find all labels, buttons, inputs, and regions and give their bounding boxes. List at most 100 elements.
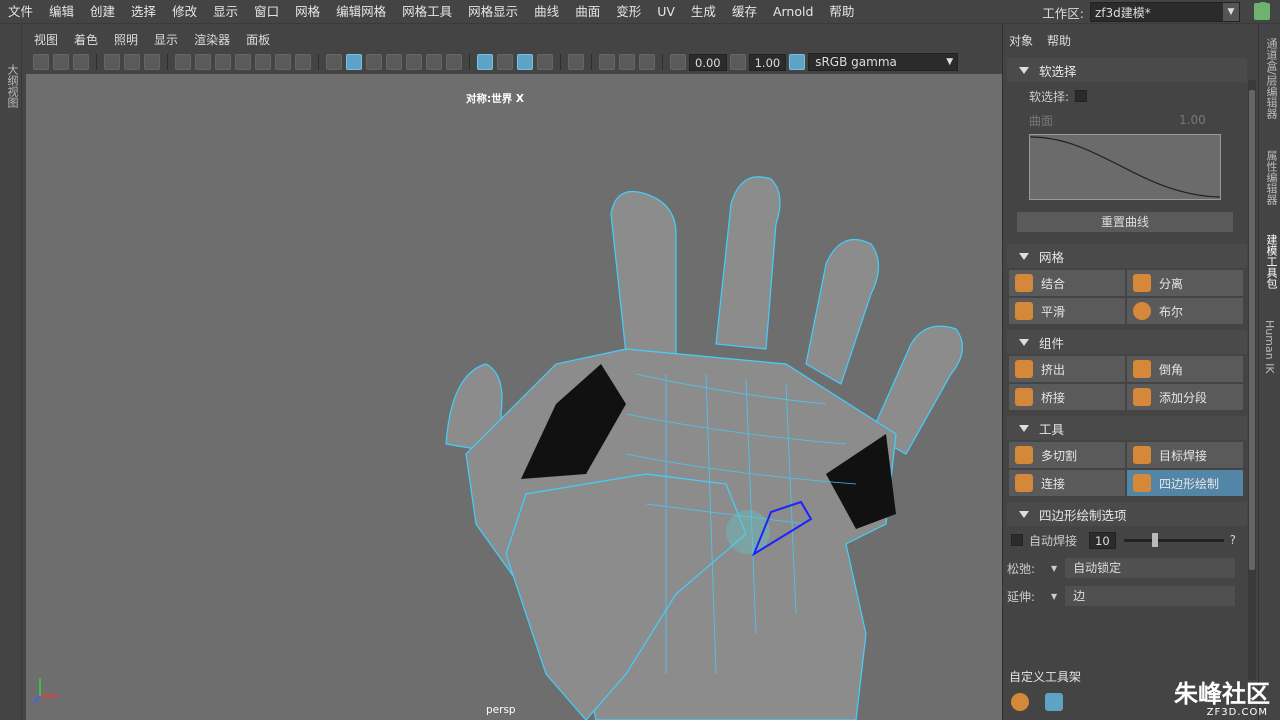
- connect-button[interactable]: 连接: [1009, 470, 1125, 496]
- menu-edit-mesh[interactable]: 编辑网格: [328, 0, 394, 24]
- components-header[interactable]: 组件: [1007, 330, 1247, 354]
- panel-menu-renderer[interactable]: 渲染器: [186, 31, 238, 48]
- exposure-icon[interactable]: [670, 54, 686, 70]
- menu-mesh-tools[interactable]: 网格工具: [394, 0, 460, 24]
- safe-action-icon[interactable]: [275, 54, 291, 70]
- bookmark-icon[interactable]: [73, 54, 89, 70]
- menu-file[interactable]: 文件: [0, 0, 41, 24]
- textured-icon[interactable]: [386, 54, 402, 70]
- camera-attr-icon[interactable]: [53, 54, 69, 70]
- grease-pencil-icon[interactable]: [124, 54, 140, 70]
- toolkit-scrollbar[interactable]: [1248, 80, 1256, 680]
- color-management-icon[interactable]: [789, 54, 806, 70]
- falloff-curve[interactable]: [1029, 134, 1221, 200]
- auto-weld-field[interactable]: 10: [1089, 531, 1116, 549]
- menu-deform[interactable]: 变形: [608, 0, 649, 24]
- menu-display[interactable]: 显示: [205, 0, 246, 24]
- menu-arnold[interactable]: Arnold: [765, 0, 821, 24]
- menu-window[interactable]: 窗口: [246, 0, 287, 24]
- lights-icon[interactable]: [406, 54, 422, 70]
- boolean-button[interactable]: 布尔: [1127, 298, 1243, 324]
- backface-icon[interactable]: [537, 54, 553, 70]
- add-divisions-button[interactable]: 添加分段: [1127, 384, 1243, 410]
- isolate-select-icon[interactable]: [568, 54, 584, 70]
- smooth-shade-icon[interactable]: [346, 54, 362, 70]
- image-plane-icon[interactable]: [144, 54, 160, 70]
- grid-icon[interactable]: [175, 54, 191, 70]
- film-gate-icon[interactable]: [195, 54, 211, 70]
- panel-menu-lighting[interactable]: 照明: [106, 31, 146, 48]
- auto-weld-slider[interactable]: [1123, 532, 1224, 547]
- combine-button[interactable]: 结合: [1009, 270, 1125, 296]
- lock-icon[interactable]: [1254, 2, 1270, 20]
- menu-mesh-display[interactable]: 网格显示: [460, 0, 526, 24]
- mesh-header[interactable]: 网格: [1007, 244, 1247, 268]
- outliner-strip[interactable]: 大纲视图: [0, 24, 22, 720]
- shelf-boolean-icon[interactable]: [1011, 693, 1029, 711]
- workspace-select[interactable]: zf3d建模* ▼: [1090, 2, 1240, 22]
- tab-channel-box[interactable]: 通道盒/层编辑器: [1263, 38, 1279, 119]
- menu-surfaces[interactable]: 曲面: [567, 0, 608, 24]
- safe-title-icon[interactable]: [295, 54, 311, 70]
- resolution-gate-icon[interactable]: [215, 54, 231, 70]
- exposure-field[interactable]: 0.00: [689, 53, 727, 71]
- viewport[interactable]: 对称:世界 X persp: [26, 74, 1002, 720]
- auto-weld-checkbox[interactable]: [1011, 534, 1023, 546]
- screen-space-ao-icon[interactable]: [446, 54, 462, 70]
- menu-modify[interactable]: 修改: [164, 0, 205, 24]
- multi-cut-button[interactable]: 多切割: [1009, 442, 1125, 468]
- menu-help[interactable]: 帮助: [821, 0, 862, 24]
- soft-select-checkbox[interactable]: [1075, 90, 1088, 102]
- default-material-icon[interactable]: [366, 54, 382, 70]
- menu-curves[interactable]: 曲线: [526, 0, 567, 24]
- menu-select[interactable]: 选择: [123, 0, 164, 24]
- xray-joints-icon[interactable]: [517, 54, 533, 70]
- depth-of-field-icon[interactable]: [639, 54, 655, 70]
- separate-button[interactable]: 分离: [1127, 270, 1243, 296]
- panel-menu-show[interactable]: 显示: [146, 31, 186, 48]
- menu-uv[interactable]: UV: [649, 0, 683, 24]
- tab-attribute-editor[interactable]: 属性编辑器: [1263, 150, 1279, 205]
- tools-header[interactable]: 工具: [1007, 416, 1247, 440]
- colorspace-select[interactable]: sRGB gamma ▼: [808, 53, 959, 71]
- falloff-value[interactable]: 1.00: [1179, 113, 1206, 127]
- slider-knob[interactable]: [1151, 532, 1158, 547]
- xray-icon[interactable]: [477, 54, 493, 70]
- panel-menu-view[interactable]: 视图: [26, 31, 66, 48]
- tab-human-ik[interactable]: Human IK: [1263, 320, 1276, 374]
- bridge-button[interactable]: 桥接: [1009, 384, 1125, 410]
- gamma-field[interactable]: 1.00: [748, 53, 787, 71]
- quad-draw-button[interactable]: 四边形绘制: [1127, 470, 1243, 496]
- panel-menu-shading[interactable]: 着色: [66, 31, 106, 48]
- reset-curve-button[interactable]: 重置曲线: [1017, 212, 1233, 232]
- extend-select[interactable]: 边: [1065, 586, 1236, 606]
- toolkit-menu-help[interactable]: 帮助: [1047, 32, 1071, 49]
- bevel-button[interactable]: 倒角: [1127, 356, 1243, 382]
- soft-select-header[interactable]: 软选择: [1007, 58, 1247, 82]
- pen-icon[interactable]: [104, 54, 120, 70]
- camera-icon[interactable]: [33, 54, 49, 70]
- gate-mask-icon[interactable]: [235, 54, 251, 70]
- menu-edit[interactable]: 编辑: [41, 0, 82, 24]
- smooth-button[interactable]: 平滑: [1009, 298, 1125, 324]
- help-button[interactable]: ?: [1230, 533, 1236, 547]
- relax-select[interactable]: 自动锁定: [1065, 558, 1236, 578]
- multisample-icon[interactable]: [599, 54, 615, 70]
- menu-generate[interactable]: 生成: [683, 0, 724, 24]
- tab-modeling-toolkit[interactable]: 建模工具包: [1263, 234, 1279, 289]
- panel-menu-panels[interactable]: 面板: [238, 31, 278, 48]
- menu-cache[interactable]: 缓存: [724, 0, 765, 24]
- menu-create[interactable]: 创建: [82, 0, 123, 24]
- shelf-tool-icon[interactable]: [1045, 693, 1063, 711]
- shadows-icon[interactable]: [426, 54, 442, 70]
- motion-blur-icon[interactable]: [619, 54, 635, 70]
- field-chart-icon[interactable]: [255, 54, 271, 70]
- wireframe-icon[interactable]: [326, 54, 342, 70]
- falloff-mode[interactable]: 曲面: [1029, 112, 1149, 129]
- quad-draw-options-header[interactable]: 四边形绘制选项: [1007, 502, 1247, 526]
- toolkit-menu-object[interactable]: 对象: [1009, 32, 1033, 49]
- hand-mesh[interactable]: [26, 74, 1002, 720]
- menu-mesh[interactable]: 网格: [287, 0, 328, 24]
- extrude-button[interactable]: 挤出: [1009, 356, 1125, 382]
- target-weld-button[interactable]: 目标焊接: [1127, 442, 1243, 468]
